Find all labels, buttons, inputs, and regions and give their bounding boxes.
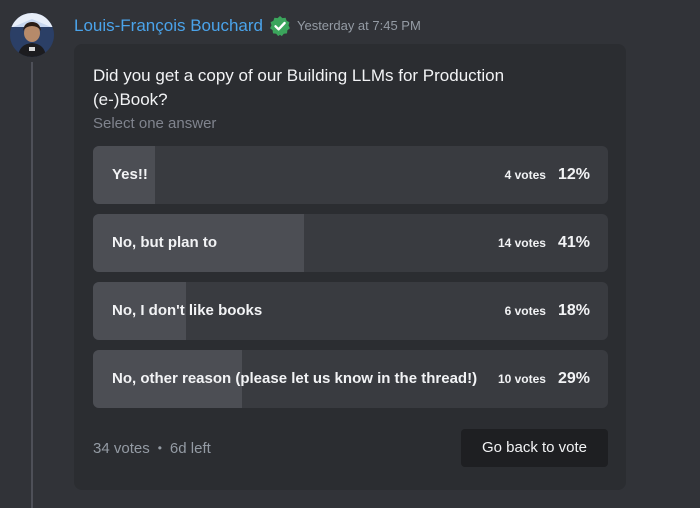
poll-answer-no-but-plan-to[interactable]: No, but plan to 14 votes 41% xyxy=(93,214,608,272)
poll-answer-percent: 18% xyxy=(557,302,590,319)
poll-answer-stats: 14 votes 41% xyxy=(498,214,590,272)
avatar[interactable] xyxy=(10,13,54,57)
poll-answer-percent: 29% xyxy=(557,370,590,387)
poll-answer-no-other-reason[interactable]: No, other reason (please let us know in … xyxy=(93,350,608,408)
message-timestamp[interactable]: Yesterday at 7:45 PM xyxy=(297,13,421,39)
footer-separator: • xyxy=(157,441,162,455)
poll-card: Did you get a copy of our Building LLMs … xyxy=(74,44,626,490)
poll-answer-yes[interactable]: Yes!! 4 votes 12% xyxy=(93,146,608,204)
go-back-to-vote-button[interactable]: Go back to vote xyxy=(461,429,608,467)
verified-check-icon xyxy=(270,16,290,37)
poll-time-left: 6d left xyxy=(169,439,211,457)
message-header: Louis-François Bouchard Yesterday at 7:4… xyxy=(74,13,421,39)
poll-answer-stats: 6 votes 18% xyxy=(505,282,590,340)
poll-answer-no-dont-like-books[interactable]: No, I don't like books 6 votes 18% xyxy=(93,282,608,340)
poll-answer-vote-count: 14 votes xyxy=(497,236,546,250)
reply-thread-line xyxy=(31,62,33,508)
poll-answer-stats: 4 votes 12% xyxy=(505,146,590,204)
poll-answer-stats: 10 votes 29% xyxy=(498,350,590,408)
poll-answer-label: No, but plan to xyxy=(112,234,217,251)
poll-answer-label: No, I don't like books xyxy=(112,302,263,319)
poll-answer-vote-count: 4 votes xyxy=(504,168,546,182)
poll-answer-label: Yes!! xyxy=(112,166,148,183)
poll-answer-vote-count: 10 votes xyxy=(497,372,546,386)
poll-answer-label: No, other reason (please let us know in … xyxy=(112,370,478,387)
poll-hint: Select one answer xyxy=(93,115,217,132)
poll-total-votes[interactable]: 34 votes xyxy=(93,440,150,457)
poll-answer-percent: 41% xyxy=(557,234,590,251)
poll-answer-percent: 12% xyxy=(557,166,590,183)
poll-answers: Yes!! 4 votes 12% No, but plan to 14 vot… xyxy=(93,146,608,418)
poll-question: Did you get a copy of our Building LLMs … xyxy=(93,66,505,109)
author-name[interactable]: Louis-François Bouchard xyxy=(74,13,263,39)
poll-footer: 34 votes • 6d left xyxy=(93,429,211,467)
poll-answer-vote-count: 6 votes xyxy=(504,304,546,318)
avatar-image xyxy=(10,13,54,57)
